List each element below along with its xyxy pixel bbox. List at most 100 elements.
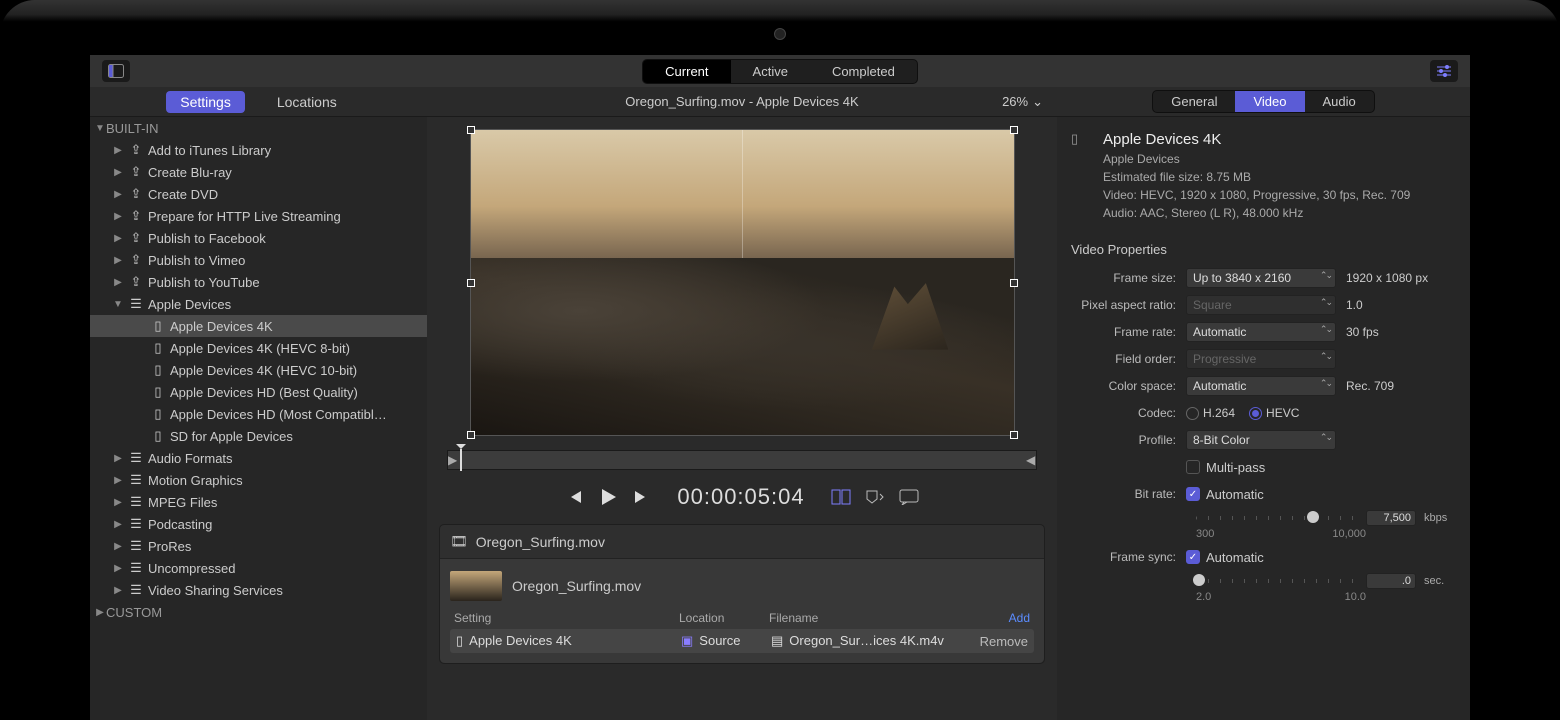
inspector-panel: ▯ Apple Devices 4K Apple Devices Estimat…: [1057, 117, 1470, 720]
tab-current[interactable]: Current: [643, 60, 730, 83]
crop-handle[interactable]: [1010, 279, 1018, 287]
share-icon: ⇪: [128, 230, 144, 246]
tab-completed[interactable]: Completed: [810, 60, 917, 83]
bitrate-slider[interactable]: [1196, 516, 1358, 520]
movie-icon: 🎞: [450, 533, 468, 550]
phone-icon: ▯: [150, 362, 166, 378]
profile-select[interactable]: 8-Bit Color: [1186, 430, 1336, 450]
sidebar-item-audio-formats[interactable]: ☰Audio Formats: [90, 447, 427, 469]
color-space-select[interactable]: Automatic: [1186, 376, 1336, 396]
framesync-slider[interactable]: [1196, 579, 1358, 583]
captions-button[interactable]: [899, 489, 919, 505]
timeline-scrubber[interactable]: ▶ ◀: [447, 450, 1037, 470]
batch-output-row[interactable]: ▯Apple Devices 4K ▣Source ▤Oregon_Sur…ic…: [450, 629, 1034, 653]
sidebar-item-apple-4k-hevc8[interactable]: ▯Apple Devices 4K (HEVC 8-bit): [90, 337, 427, 359]
inspector-tab-video[interactable]: Video: [1235, 91, 1304, 112]
multipass-checkbox[interactable]: [1186, 460, 1200, 474]
color-space-readout: Rec. 709: [1336, 379, 1456, 393]
timecode-display[interactable]: 00:00:05:04: [677, 484, 804, 510]
tab-active[interactable]: Active: [731, 60, 810, 83]
framesync-value[interactable]: .0: [1366, 573, 1416, 589]
framesync-auto-checkbox[interactable]: [1186, 550, 1200, 564]
crop-handle[interactable]: [467, 431, 475, 439]
sliders-icon: [1436, 64, 1452, 78]
sidebar-item-hls[interactable]: ⇪Prepare for HTTP Live Streaming: [90, 205, 427, 227]
source-filename: Oregon_Surfing.mov: [512, 578, 641, 594]
remove-output-button[interactable]: Remove: [958, 634, 1028, 649]
phone-icon: ▯: [150, 340, 166, 356]
devices-icon: ☰: [128, 296, 144, 312]
sidebar-item-vimeo[interactable]: ⇪Publish to Vimeo: [90, 249, 427, 271]
sidebar-item-apple-hd-best[interactable]: ▯Apple Devices HD (Best Quality): [90, 381, 427, 403]
share-icon: ⇪: [128, 274, 144, 290]
sidebar-item-mpeg[interactable]: ☰MPEG Files: [90, 491, 427, 513]
bitrate-unit: kbps: [1424, 512, 1456, 524]
sidebar-item-bluray[interactable]: ⇪Create Blu-ray: [90, 161, 427, 183]
folder-icon: ▣: [681, 633, 693, 648]
sidebar-item-apple-4k-hevc10[interactable]: ▯Apple Devices 4K (HEVC 10-bit): [90, 359, 427, 381]
par-select: Square: [1186, 295, 1336, 315]
settings-sidebar: BUILT-IN ⇪Add to iTunes Library ⇪Create …: [90, 117, 427, 720]
subtab-settings[interactable]: Settings: [166, 91, 245, 113]
sidebar-item-dvd[interactable]: ⇪Create DVD: [90, 183, 427, 205]
batch-panel: 🎞 Oregon_Surfing.mov Oregon_Surfing.mov …: [439, 524, 1045, 664]
col-location: Location: [679, 611, 769, 625]
frame-rate-readout: 30 fps: [1336, 325, 1456, 339]
sidebar-item-video-sharing[interactable]: ☰Video Sharing Services: [90, 579, 427, 601]
sidebar-item-apple-4k[interactable]: ▯Apple Devices 4K: [90, 315, 427, 337]
frame-rate-select[interactable]: Automatic: [1186, 322, 1336, 342]
playhead[interactable]: [460, 449, 462, 471]
inspector-title: Apple Devices 4K: [1103, 131, 1456, 148]
sidebar-item-podcasting[interactable]: ☰Podcasting: [90, 513, 427, 535]
phone-icon: ▯: [1071, 131, 1091, 224]
preset-icon: ☰: [128, 494, 144, 510]
bitrate-value[interactable]: 7,500: [1366, 510, 1416, 526]
frame-size-select[interactable]: Up to 3840 x 2160: [1186, 268, 1336, 288]
next-frame-button[interactable]: [633, 488, 651, 506]
prev-frame-button[interactable]: [565, 488, 583, 506]
frame-size-readout: 1920 x 1080 px: [1336, 271, 1456, 285]
inspector-tab-general[interactable]: General: [1153, 91, 1235, 112]
group-custom[interactable]: CUSTOM: [90, 601, 427, 623]
compare-button[interactable]: [831, 488, 851, 506]
preset-icon: ☰: [128, 538, 144, 554]
inspector-subtitle: Apple Devices: [1103, 152, 1456, 166]
out-point-icon[interactable]: ◀: [1026, 451, 1036, 469]
col-setting: Setting: [454, 611, 679, 625]
inspector-tab-audio[interactable]: Audio: [1305, 91, 1374, 112]
bitrate-auto-checkbox[interactable]: [1186, 487, 1200, 501]
preset-icon: ☰: [128, 450, 144, 466]
crop-handle[interactable]: [467, 279, 475, 287]
add-output-button[interactable]: Add: [1009, 611, 1030, 625]
crop-handle[interactable]: [1010, 431, 1018, 439]
marker-menu-button[interactable]: [865, 489, 885, 505]
inspector-toggle-button[interactable]: [1430, 60, 1458, 82]
preset-icon: ☰: [128, 560, 144, 576]
codec-hevc-radio[interactable]: HEVC: [1249, 406, 1299, 420]
sidebar-item-apple-sd[interactable]: ▯SD for Apple Devices: [90, 425, 427, 447]
sidebar-item-itunes[interactable]: ⇪Add to iTunes Library: [90, 139, 427, 161]
sidebar-item-prores[interactable]: ☰ProRes: [90, 535, 427, 557]
sidebar-toggle-button[interactable]: [102, 60, 130, 82]
video-preview[interactable]: [470, 129, 1015, 436]
crop-handle[interactable]: [1010, 126, 1018, 134]
sidebar-icon: [108, 64, 124, 78]
sidebar-item-apple-devices[interactable]: ☰Apple Devices: [90, 293, 427, 315]
sidebar-item-apple-hd-compat[interactable]: ▯Apple Devices HD (Most Compatibl…: [90, 403, 427, 425]
sidebar-item-facebook[interactable]: ⇪Publish to Facebook: [90, 227, 427, 249]
sidebar-item-uncompressed[interactable]: ☰Uncompressed: [90, 557, 427, 579]
inspector-video-meta: Video: HEVC, 1920 x 1080, Progressive, 3…: [1103, 188, 1456, 202]
codec-h264-radio[interactable]: H.264: [1186, 406, 1235, 420]
crop-handle[interactable]: [467, 126, 475, 134]
play-button[interactable]: [597, 486, 619, 508]
sidebar-item-youtube[interactable]: ⇪Publish to YouTube: [90, 271, 427, 293]
zoom-level[interactable]: 26%: [1002, 94, 1043, 110]
preset-icon: ☰: [128, 582, 144, 598]
group-built-in[interactable]: BUILT-IN: [90, 117, 427, 139]
share-icon: ⇪: [128, 142, 144, 158]
sidebar-item-motion[interactable]: ☰Motion Graphics: [90, 469, 427, 491]
subtab-locations[interactable]: Locations: [263, 91, 351, 113]
par-readout: 1.0: [1336, 298, 1456, 312]
preview-title: Oregon_Surfing.mov - Apple Devices 4K: [625, 94, 858, 109]
main-tabs: Current Active Completed: [642, 59, 918, 84]
